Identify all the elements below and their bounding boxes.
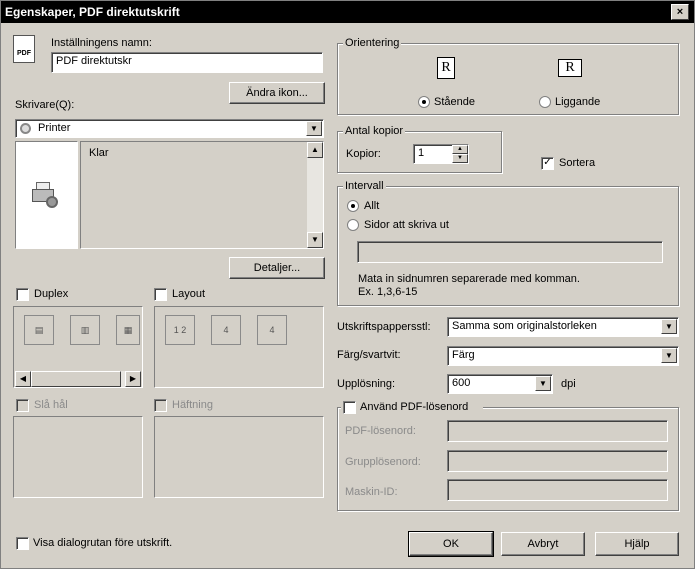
group-password-label: Grupplösenord: [345, 456, 421, 468]
copies-up-icon[interactable]: ▲ [452, 145, 468, 154]
orientation-group [337, 43, 679, 115]
resolution-value: 600 [452, 377, 471, 389]
duplex-booklet-icon[interactable]: ▦ [116, 315, 140, 345]
properties-dialog: Egenskaper, PDF direktutskrift × PDF Ins… [0, 0, 695, 569]
range-hint-line1: Mata in sidnumren separerade med komman. [358, 273, 580, 285]
duplex-scrollbar[interactable]: ◀ ▶ [15, 371, 141, 387]
portrait-radio[interactable] [418, 96, 430, 108]
landscape-icon: R [558, 59, 582, 77]
show-dialog-label: Visa dialogrutan före utskrift. [33, 537, 173, 549]
machine-id-label: Maskin-ID: [345, 486, 398, 498]
setting-name-label: Inställningens namn: [51, 37, 152, 49]
stapling-checkbox[interactable] [154, 399, 167, 412]
orientation-group-title: Orientering [343, 37, 402, 49]
color-label: Färg/svartvit: [337, 349, 401, 361]
scroll-up-icon[interactable]: ▲ [307, 142, 323, 158]
hole-punch-label: Slå hål [34, 399, 68, 411]
layout-4up-alt-icon[interactable]: 4 [257, 315, 287, 345]
collate-label: Sortera [559, 157, 596, 169]
show-dialog-checkbox[interactable] [16, 537, 29, 550]
cancel-button[interactable]: Avbryt [501, 532, 585, 556]
portrait-label: Stående [434, 96, 475, 108]
group-password-input[interactable] [447, 450, 668, 472]
layout-4up-icon[interactable]: 4 [211, 315, 241, 345]
scroll-thumb[interactable] [31, 371, 121, 387]
paper-size-label: Utskriftspappersstl: [337, 321, 431, 333]
landscape-glyph: R [565, 60, 575, 75]
printer-label: Skrivare(Q): [15, 99, 75, 111]
range-group-title: Intervall [343, 180, 386, 192]
printer-status-text: Klar [89, 147, 109, 159]
duplex-checkbox[interactable] [16, 288, 29, 301]
copies-label: Kopior: [346, 148, 381, 160]
pdf-document-icon: PDF [13, 35, 35, 63]
portrait-icon: R [437, 57, 455, 79]
landscape-radio[interactable] [539, 96, 551, 108]
copies-group-title: Antal kopior [343, 125, 406, 137]
status-scrollbar[interactable]: ▲ ▼ [307, 142, 323, 248]
scroll-left-icon[interactable]: ◀ [15, 371, 31, 387]
window-title: Egenskaper, PDF direktutskrift [5, 5, 180, 19]
title-bar: Egenskaper, PDF direktutskrift [1, 1, 694, 23]
resolution-select[interactable]: 600 ▼ [447, 374, 553, 394]
pdf-password-input[interactable] [447, 420, 668, 442]
ok-button[interactable]: OK [408, 531, 494, 557]
details-button[interactable]: Detaljer... [229, 257, 325, 279]
printer-small-icon [20, 123, 31, 134]
resolution-dropdown-icon[interactable]: ▼ [535, 376, 551, 391]
layout-checkbox[interactable] [154, 288, 167, 301]
color-dropdown-icon[interactable]: ▼ [661, 348, 677, 363]
printer-status-box: Klar ▲ ▼ [80, 141, 324, 249]
change-icon-button[interactable]: Ändra ikon... [229, 82, 325, 104]
close-button[interactable]: × [671, 4, 689, 20]
duplex-panel: ▤ ▥ ▦ ◀ ▶ [13, 306, 143, 388]
color-value: Färg [452, 349, 475, 361]
printer-select[interactable]: Printer ▼ [15, 119, 324, 138]
stapling-label: Häftning [172, 399, 213, 411]
paper-size-select[interactable]: Samma som originalstorleken ▼ [447, 317, 679, 337]
printer-icon [32, 182, 60, 208]
scroll-right-icon[interactable]: ▶ [125, 371, 141, 387]
resolution-label: Upplösning: [337, 378, 396, 390]
layout-2up-icon[interactable]: 1 2 [165, 315, 195, 345]
color-select[interactable]: Färg ▼ [447, 346, 679, 366]
close-icon: × [676, 6, 684, 18]
layout-panel: 1 2 4 4 [154, 306, 324, 388]
resolution-unit: dpi [561, 378, 576, 390]
pdf-password-title: Använd PDF-lösenord [360, 401, 469, 413]
copies-down-icon[interactable]: ▼ [452, 154, 468, 163]
scroll-down-icon[interactable]: ▼ [307, 232, 323, 248]
collate-checkbox[interactable]: ✓ [541, 157, 554, 170]
hole-punch-panel [13, 416, 143, 498]
chevron-down-icon[interactable]: ▼ [306, 121, 322, 136]
help-button[interactable]: Hjälp [595, 532, 679, 556]
range-all-radio[interactable] [347, 200, 359, 212]
range-pages-input[interactable] [357, 241, 663, 263]
portrait-glyph: R [441, 60, 451, 75]
duplex-label: Duplex [34, 288, 69, 300]
paper-size-dropdown-icon[interactable]: ▼ [661, 319, 677, 334]
printer-select-value: Printer [38, 122, 71, 134]
layout-label: Layout [172, 288, 206, 300]
duplex-short-edge-icon[interactable]: ▥ [70, 315, 100, 345]
duplex-long-edge-icon[interactable]: ▤ [24, 315, 54, 345]
paper-size-value: Samma som originalstorleken [452, 320, 597, 332]
pdf-password-checkbox[interactable] [343, 401, 356, 414]
printer-image-panel [15, 141, 78, 249]
range-all-label: Allt [364, 200, 380, 212]
pdf-password-label: PDF-lösenord: [345, 425, 416, 437]
range-pages-radio[interactable] [347, 219, 359, 231]
range-pages-label: Sidor att skriva ut [364, 219, 449, 231]
hole-punch-checkbox[interactable] [16, 399, 29, 412]
pdf-icon-label: PDF [17, 50, 31, 57]
setting-name-input[interactable]: PDF direktutskr [51, 52, 323, 73]
landscape-label: Liggande [555, 96, 601, 108]
stapling-panel [154, 416, 324, 498]
range-hint-line2: Ex. 1,3,6-15 [358, 286, 418, 298]
machine-id-input[interactable] [447, 479, 668, 501]
